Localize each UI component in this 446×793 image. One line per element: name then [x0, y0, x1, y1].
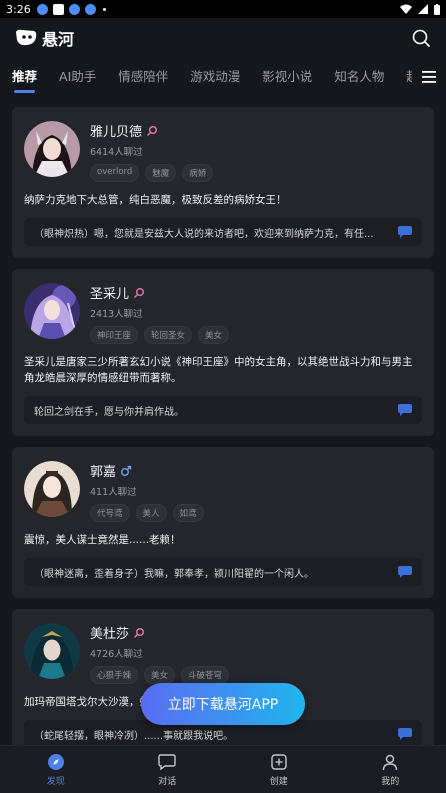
avatar — [24, 623, 80, 679]
chat-bubble-icon[interactable] — [398, 728, 412, 740]
character-tag: 轮回圣女 — [144, 326, 193, 344]
character-tag: overlord — [90, 164, 140, 182]
nav-profile[interactable]: 我的 — [335, 746, 446, 793]
nav-label: 对话 — [158, 776, 177, 787]
female-gender-icon — [147, 125, 158, 136]
logo-icon — [16, 29, 37, 46]
greeting-text: 轮回之剑在手，愿与你并肩作战。 — [34, 406, 184, 418]
app-header: 悬河 — [0, 18, 446, 58]
tab-emotional-companion[interactable]: 情感陪伴 — [118, 58, 168, 96]
chat-count: 6414人聊过 — [90, 147, 143, 158]
bottom-nav: 发现 对话 创建 我的 — [0, 745, 446, 793]
character-name: 圣采儿 — [90, 287, 130, 302]
character-description: 纳萨力克地下大总管，纯白恶魔，极致反差的病娇女王！ — [24, 194, 287, 206]
plus-square-icon — [271, 753, 287, 770]
greeting-quote[interactable]: 轮回之剑在手，愿与你并肩作战。 — [24, 396, 422, 424]
nav-chat[interactable]: 对话 — [112, 746, 224, 793]
character-card[interactable]: 雅儿贝德 6414人聊过 overlord 魅魔 病娇 纳萨力克地下大总管，纯白… — [12, 107, 434, 258]
greeting-quote[interactable]: （眼神迷离，歪着身子）我嘛，郭奉孝，颍川阳翟的一个闲人。 — [24, 558, 422, 586]
character-name: 雅儿贝德 — [90, 125, 143, 140]
greeting-text: （眼神炽热）嗯，您就是安兹大人说的来访者吧，欢迎来到纳萨力克，有任... — [34, 228, 374, 240]
character-tag: 神印王座 — [90, 326, 139, 344]
tab-menu-button[interactable] — [412, 58, 446, 96]
battery-icon — [434, 3, 440, 15]
tab-famous-people[interactable]: 知名人物 — [334, 58, 384, 96]
tab-games-anime[interactable]: 游戏动漫 — [190, 58, 240, 96]
chat-count: 411人聊过 — [90, 487, 137, 498]
chat-count: 4726人聊过 — [90, 649, 143, 660]
character-tag: 美女 — [198, 326, 230, 344]
app-notification-icon — [52, 3, 64, 15]
chat-bubble-icon — [158, 753, 176, 770]
nav-discover[interactable]: 发现 — [0, 746, 112, 793]
tab-ai-assistant[interactable]: AI助手 — [59, 58, 96, 96]
greeting-quote[interactable]: （眼神炽热）嗯，您就是安兹大人说的来访者吧，欢迎来到纳萨力克，有任... — [24, 218, 422, 246]
avatar — [24, 121, 80, 177]
app-logo: 悬河 — [14, 26, 74, 50]
female-gender-icon — [134, 287, 145, 298]
notification-icon-2 — [68, 3, 80, 15]
character-description: 震惊，美人谋士竟然是......老赖！ — [24, 534, 181, 546]
more-notifications-icon — [102, 7, 106, 11]
app-name: 悬河 — [42, 30, 75, 49]
avatar — [24, 283, 80, 339]
nav-create[interactable]: 创建 — [223, 746, 335, 793]
greeting-text: （蛇尾轻摆，眼神冷冽）......事就跟我说吧。 — [34, 730, 234, 742]
notification-icon — [36, 3, 48, 15]
category-tabs: 推荐 AI助手 情感陪伴 游戏动漫 影视小说 知名人物 趣 — [0, 58, 446, 96]
nav-label: 创建 — [269, 776, 288, 787]
character-description: 圣采儿是唐家三少所著玄幻小说《神印王座》中的女主角，以其绝世战斗力和与男主角龙皓… — [24, 356, 413, 384]
character-card[interactable]: 圣采儿 2413人聊过 神印王座 轮回圣女 美女 圣采儿是唐家三少所著玄幻小说《… — [12, 269, 434, 436]
female-gender-icon — [134, 627, 145, 638]
compass-icon — [47, 753, 64, 770]
status-bar: 3:26 — [0, 0, 446, 18]
nav-label: 我的 — [381, 776, 400, 787]
character-card[interactable]: 郭嘉 411人聊过 代号鸢 美人 如鸢 震惊，美人谋士竟然是......老赖！ … — [12, 447, 434, 598]
status-time: 3:26 — [6, 2, 31, 16]
download-app-button[interactable]: 立即下载悬河APP — [141, 683, 305, 725]
character-tag: 美人 — [135, 504, 167, 522]
greeting-text: （眼神迷离，歪着身子）我嘛，郭奉孝，颍川阳翟的一个闲人。 — [34, 568, 314, 580]
character-tag: 病娇 — [182, 164, 214, 182]
character-tag: 美女 — [144, 666, 176, 684]
signal-icon — [418, 4, 428, 14]
wifi-icon — [400, 4, 412, 14]
chat-bubble-icon[interactable] — [398, 226, 412, 238]
avatar — [24, 461, 80, 517]
tab-film-novel[interactable]: 影视小说 — [262, 58, 312, 96]
menu-icon — [422, 71, 436, 83]
character-name: 美杜莎 — [90, 627, 130, 642]
person-icon — [383, 754, 398, 770]
search-icon[interactable] — [410, 27, 432, 49]
notification-icon-3 — [84, 3, 96, 15]
character-tag: 斗破苍穹 — [181, 666, 230, 684]
character-name: 郭嘉 — [90, 465, 117, 480]
character-tag: 魅魔 — [145, 164, 177, 182]
male-gender-icon — [121, 465, 132, 476]
chat-count: 2413人聊过 — [90, 309, 143, 320]
character-tag: 心狠手辣 — [90, 666, 139, 684]
character-tag: 代号鸢 — [90, 504, 130, 522]
tab-recommend[interactable]: 推荐 — [12, 58, 37, 96]
character-feed: 雅儿贝德 6414人聊过 overlord 魅魔 病娇 纳萨力克地下大总管，纯白… — [12, 107, 434, 771]
chat-bubble-icon[interactable] — [398, 404, 412, 416]
character-tag: 如鸢 — [172, 504, 204, 522]
chat-bubble-icon[interactable] — [398, 566, 412, 578]
nav-label: 发现 — [46, 776, 65, 787]
